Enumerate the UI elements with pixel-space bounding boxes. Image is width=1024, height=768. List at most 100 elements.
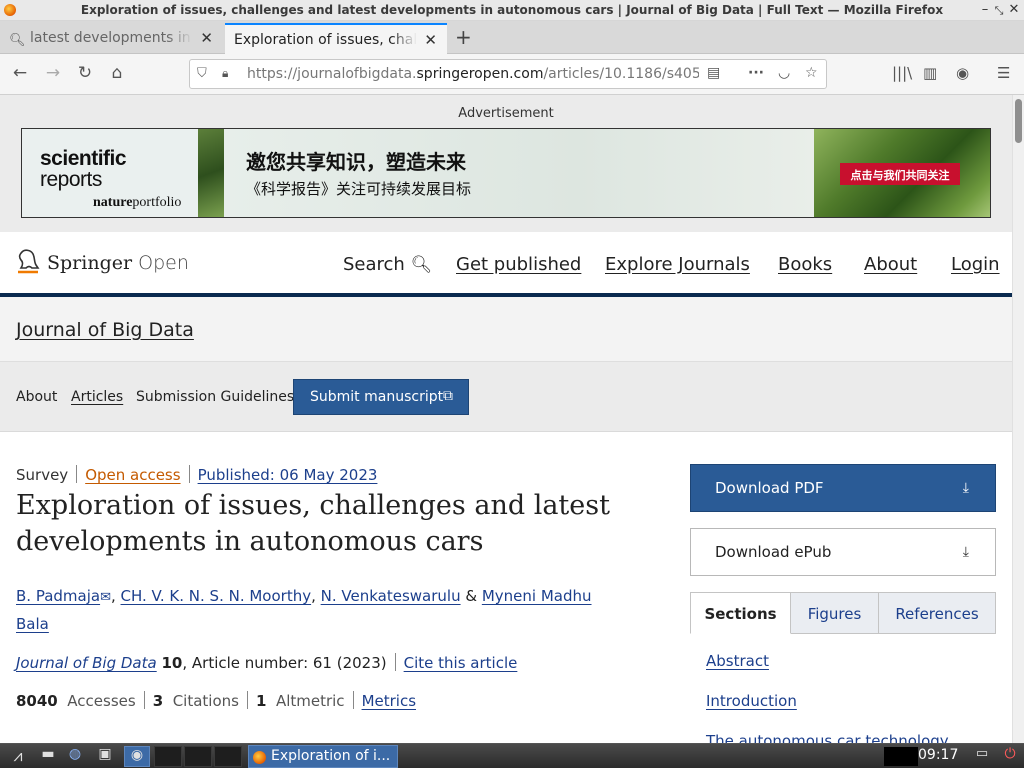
download-epub-button[interactable]: Download ePub ⤓ xyxy=(690,528,996,576)
restore-icon[interactable]: ⤡ xyxy=(992,4,1006,18)
back-icon[interactable]: ← xyxy=(9,63,31,83)
window-title: Exploration of issues, challenges and la… xyxy=(80,3,944,17)
open-access-link[interactable]: Open access xyxy=(85,466,180,484)
tab-close-icon[interactable]: ✕ xyxy=(424,31,437,49)
author-link[interactable]: CH. V. K. N. S. N. Moorthy xyxy=(121,587,312,605)
search-icon: 🔍︎ xyxy=(410,255,433,275)
desktop-taskbar: ⩘ ▬ ◍ ▣ ◉ Exploration of i... 09:17 ▭ ⏻ xyxy=(0,743,1024,768)
scrollbar-thumb[interactable] xyxy=(1015,99,1022,143)
logo-open-text: Open xyxy=(138,252,189,274)
tab-article[interactable]: Exploration of issues, challe ✕ xyxy=(225,23,447,54)
altmetric-count: 1 xyxy=(255,692,267,710)
citations-count: 3 xyxy=(152,692,164,710)
file-manager-icon[interactable]: ▣ xyxy=(94,746,116,767)
search-icon: 🔍︎ xyxy=(9,33,26,48)
published-date-link[interactable]: Published: 06 May 2023 xyxy=(198,466,378,484)
nav-about[interactable]: About xyxy=(864,254,917,275)
metrics-link[interactable]: Metrics xyxy=(362,692,416,710)
download-pdf-button[interactable]: Download PDF ⤓ xyxy=(690,464,996,512)
journal-articles-link[interactable]: Articles xyxy=(71,389,123,405)
accesses-count: 8040 xyxy=(16,692,58,710)
advertisement-area: Advertisement scientific reports naturep… xyxy=(0,95,1012,232)
lock-icon[interactable]: 🔒︎ xyxy=(222,66,228,81)
library-icon[interactable]: |||\ xyxy=(892,64,912,82)
account-icon[interactable]: ◉ xyxy=(956,64,969,82)
author-link[interactable]: B. Padmaja xyxy=(16,587,100,605)
page-scrollbar[interactable] xyxy=(1012,95,1024,743)
external-link-icon: ⧉ xyxy=(443,388,453,404)
power-icon[interactable]: ⏻ xyxy=(999,746,1021,767)
tab-label: latest developments in a xyxy=(30,30,190,46)
menu-icon[interactable]: ☰ xyxy=(997,64,1010,82)
taskbar-firefox-task[interactable]: Exploration of i... xyxy=(248,745,398,768)
springer-header: Springer Open Search 🔍︎ Get published Ex… xyxy=(0,232,1012,297)
firefox-launcher-icon[interactable]: ◉ xyxy=(124,746,150,767)
journal-title[interactable]: Journal of Big Data xyxy=(16,319,194,341)
window-titlebar: Exploration of issues, challenges and la… xyxy=(0,0,1024,21)
new-tab-icon[interactable]: + xyxy=(455,25,472,49)
tray-area xyxy=(884,747,918,766)
minimize-icon[interactable]: – xyxy=(978,2,992,17)
show-desktop-icon[interactable]: ▬ xyxy=(38,746,58,767)
nav-explore-journals[interactable]: Explore Journals xyxy=(605,254,750,275)
ad-cta-button[interactable]: 点击与我们共同关注 xyxy=(840,163,960,185)
author-link[interactable]: Bala xyxy=(16,615,49,633)
author-link[interactable]: Myneni Madhu xyxy=(482,587,592,605)
author-link[interactable]: N. Venkateswarulu xyxy=(321,587,461,605)
email-icon[interactable]: ✉ xyxy=(100,590,111,605)
sidebar-icon[interactable]: ▥ xyxy=(923,64,937,82)
tab-figures[interactable]: Figures xyxy=(791,592,879,634)
article-metrics: 8040 Accesses 3 Citations 1 Altmetric Metri… xyxy=(16,691,417,710)
page-actions-icon[interactable]: ··· xyxy=(748,65,764,81)
ad-leaf-image xyxy=(198,129,224,217)
home-icon[interactable]: ⌂ xyxy=(106,63,128,83)
taskbar-clock[interactable]: 09:17 xyxy=(918,747,958,763)
start-menu-icon[interactable]: ⩘ xyxy=(4,746,32,767)
springer-horse-icon xyxy=(18,249,40,274)
article-title: Exploration of issues, challenges and la… xyxy=(16,490,610,557)
bookmark-star-icon[interactable]: ☆ xyxy=(805,65,818,81)
submit-manuscript-button[interactable]: Submit manuscript ⧉ xyxy=(293,379,469,415)
tab-close-icon[interactable]: ✕ xyxy=(200,29,213,47)
section-link-introduction[interactable]: Introduction xyxy=(706,692,797,710)
author-list: B. Padmaja✉, CH. V. K. N. S. N. Moorthy,… xyxy=(16,587,592,633)
tab-references[interactable]: References xyxy=(879,592,996,634)
workspace-2[interactable] xyxy=(184,746,212,767)
tab-search-results[interactable]: 🔍︎ latest developments in a ✕ xyxy=(0,23,223,54)
ad-subline: 《科学报告》关注可持续发展目标 xyxy=(246,180,472,198)
reload-icon[interactable]: ↻ xyxy=(74,63,96,83)
scientific-reports-logo: scientific reports natureportfolio xyxy=(22,129,198,217)
citation-details: , Article number: 61 (2023) xyxy=(182,654,387,672)
cite-this-article-link[interactable]: Cite this article xyxy=(404,654,518,672)
ad-label: Advertisement xyxy=(458,106,554,121)
nav-login[interactable]: Login xyxy=(951,254,1000,275)
nav-books[interactable]: Books xyxy=(778,254,832,275)
forward-icon[interactable]: → xyxy=(42,63,64,83)
workspace-1[interactable] xyxy=(154,746,182,767)
browser-launcher-icon[interactable]: ◍ xyxy=(64,746,86,767)
download-icon: ⤓ xyxy=(962,544,969,560)
header-search[interactable]: Search 🔍︎ xyxy=(343,254,432,275)
ad-banner[interactable]: scientific reports natureportfolio 邀您共享知… xyxy=(21,128,991,218)
pocket-icon[interactable]: ◡ xyxy=(778,65,790,81)
tracking-shield-icon[interactable]: ⛉ xyxy=(197,66,207,81)
citation-journal-link[interactable]: Journal of Big Data xyxy=(16,654,157,672)
close-icon[interactable]: ✕ xyxy=(1007,2,1021,17)
url-text[interactable]: https://journalofbigdata.springeropen.co… xyxy=(247,66,699,82)
ad-headline: 邀您共享知识，塑造未来 xyxy=(246,150,466,174)
navigation-toolbar: ← → ↻ ⌂ ⛉ 🔒︎ https://journalofbigdata.sp… xyxy=(0,54,1024,95)
tab-strip: 🔍︎ latest developments in a ✕ Exploratio… xyxy=(0,21,1024,54)
tab-sections[interactable]: Sections xyxy=(690,592,791,634)
section-link-abstract[interactable]: Abstract xyxy=(706,652,769,670)
section-link-technology[interactable]: The autonomous car technology xyxy=(706,732,949,743)
journal-about-link[interactable]: About xyxy=(16,389,57,405)
submission-guidelines-link[interactable]: Submission Guidelines xyxy=(136,389,294,405)
url-bar[interactable]: ⛉ 🔒︎ https://journalofbigdata.springerop… xyxy=(189,59,827,89)
reader-view-icon[interactable]: ▤ xyxy=(707,65,720,81)
page-viewport: Advertisement scientific reports naturep… xyxy=(0,95,1012,743)
tray-monitor-icon[interactable]: ▭ xyxy=(972,746,992,767)
nav-get-published[interactable]: Get published xyxy=(456,254,581,275)
citation-line: Journal of Big Data 10, Article number: … xyxy=(16,653,517,672)
workspace-3[interactable] xyxy=(214,746,242,767)
article-meta: Survey Open access Published: 06 May 2023 xyxy=(16,465,377,484)
